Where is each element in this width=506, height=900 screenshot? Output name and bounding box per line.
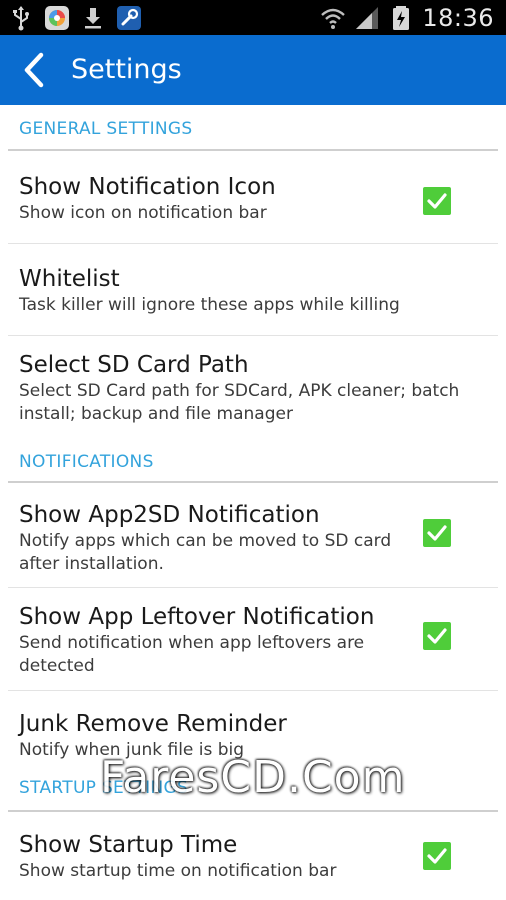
- pref-show-startup-time[interactable]: Show Startup Time Show startup time on n…: [8, 812, 498, 900]
- pref-show-app-leftover-notification[interactable]: Show App Leftover Notification Send noti…: [8, 588, 498, 691]
- pref-title: Show Startup Time: [19, 832, 238, 858]
- pref-summary: Select SD Card path for SDCard, APK clea…: [19, 381, 460, 424]
- pref-title: Show App2SD Notification: [19, 502, 320, 528]
- section-header-general: GENERAL SETTINGS: [0, 105, 506, 151]
- pref-summary: Send notification when app leftovers are…: [19, 633, 365, 676]
- status-bar-right: 18:36: [320, 2, 494, 33]
- checkmark-icon: [427, 848, 447, 864]
- usb-icon: [13, 5, 29, 30]
- wifi-icon: [321, 8, 346, 29]
- pref-summary: Task killer will ignore these apps while…: [19, 295, 400, 315]
- chevron-left-icon: [24, 52, 44, 88]
- pref-show-notification-icon[interactable]: Show Notification Icon Show icon on noti…: [8, 151, 498, 244]
- section-header-label: NOTIFICATIONS: [19, 452, 154, 472]
- pref-title: Junk Remove Reminder: [19, 711, 287, 737]
- tools-icon: [117, 5, 141, 30]
- status-bar-left: [8, 4, 142, 31]
- settings-list[interactable]: GENERAL SETTINGS Show Notification Icon …: [0, 105, 506, 900]
- section-header-label: GENERAL SETTINGS: [19, 119, 193, 139]
- section-header-notifications: NOTIFICATIONS: [0, 450, 506, 483]
- show-startup-time-checkbox[interactable]: [423, 842, 451, 870]
- action-bar: Settings: [0, 35, 506, 105]
- checkmark-icon: [427, 525, 447, 541]
- app-icon: [45, 5, 69, 30]
- pref-summary: Show icon on notification bar: [19, 203, 267, 223]
- download-icon: [85, 7, 101, 28]
- pref-title: Show App Leftover Notification: [19, 604, 375, 630]
- section-header-label: STARTUP SETTINGS: [19, 778, 189, 798]
- checkmark-icon: [427, 193, 447, 209]
- checkmark-icon: [427, 628, 447, 644]
- page-title: Settings: [71, 54, 182, 85]
- signal-icon: [356, 6, 379, 29]
- pref-summary: Notify apps which can be moved to SD car…: [19, 531, 392, 574]
- section-header-startup: STARTUP SETTINGS: [0, 774, 506, 812]
- pref-summary: Show startup time on notification bar: [19, 861, 337, 881]
- pref-whitelist[interactable]: Whitelist Task killer will ignore these …: [8, 244, 498, 336]
- battery-charging-icon: [393, 5, 410, 30]
- pref-show-app2sd-notification[interactable]: Show App2SD Notification Notify apps whi…: [8, 483, 498, 588]
- show-app2sd-notification-checkbox[interactable]: [423, 519, 451, 547]
- pref-title: Select SD Card Path: [19, 352, 249, 378]
- show-app-leftover-notification-checkbox[interactable]: [423, 622, 451, 650]
- status-bar: 18:36: [0, 0, 506, 35]
- pref-summary: Notify when junk file is big: [19, 740, 245, 760]
- pref-title: Whitelist: [19, 266, 120, 292]
- status-time: 18:36: [422, 3, 494, 32]
- pref-select-sd-card-path[interactable]: Select SD Card Path Select SD Card path …: [8, 336, 498, 450]
- show-notification-icon-checkbox[interactable]: [423, 187, 451, 215]
- back-button[interactable]: [14, 49, 54, 91]
- pref-title: Show Notification Icon: [19, 174, 276, 200]
- pref-junk-remove-reminder[interactable]: Junk Remove Reminder Notify when junk fi…: [8, 691, 498, 774]
